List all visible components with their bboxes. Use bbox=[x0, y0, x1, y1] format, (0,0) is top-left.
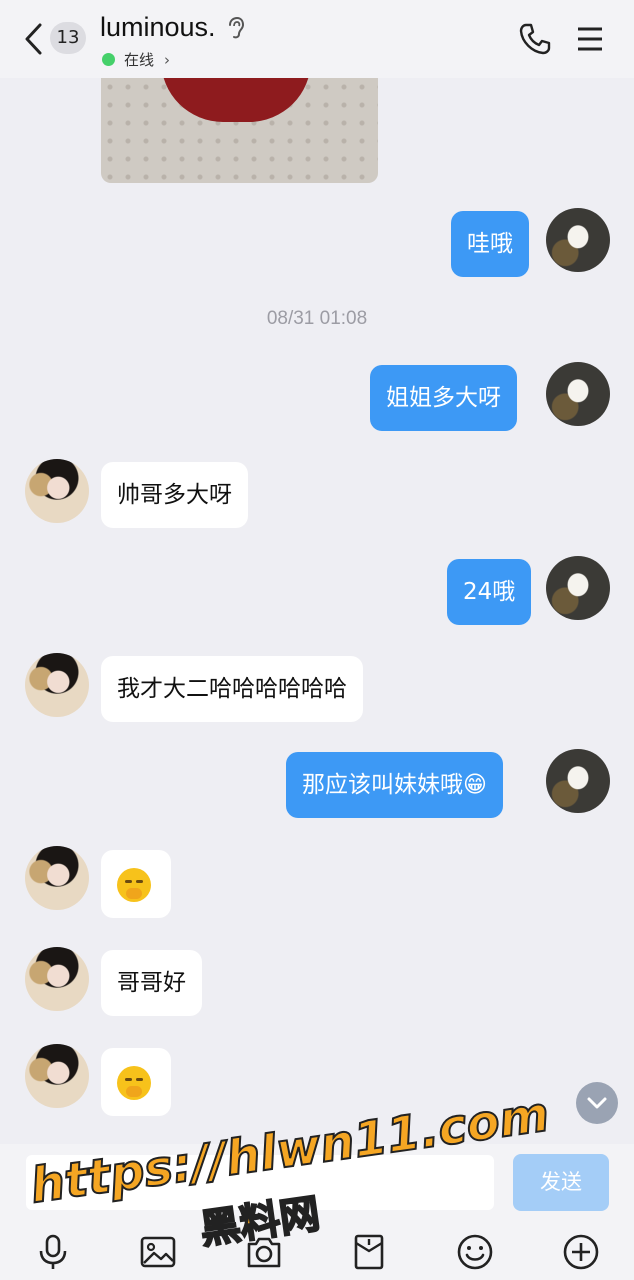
scroll-to-bottom-button[interactable] bbox=[576, 1082, 618, 1124]
chat-header: 13 luminous. 在线 › bbox=[0, 0, 634, 78]
plus-icon[interactable] bbox=[562, 1233, 600, 1271]
my-avatar[interactable] bbox=[546, 208, 610, 272]
contact-name[interactable]: luminous. bbox=[100, 12, 216, 43]
my-avatar[interactable] bbox=[546, 556, 610, 620]
image-message[interactable] bbox=[101, 60, 378, 183]
message-input[interactable] bbox=[26, 1155, 494, 1210]
send-button[interactable]: 发送 bbox=[513, 1154, 609, 1211]
my-avatar[interactable] bbox=[546, 362, 610, 426]
chevron-down-icon bbox=[587, 1097, 607, 1109]
contact-avatar[interactable] bbox=[25, 459, 89, 523]
back-arrow-icon[interactable] bbox=[22, 22, 46, 56]
contact-avatar[interactable] bbox=[25, 846, 89, 910]
contact-sticker-bubble[interactable] bbox=[101, 850, 171, 918]
online-status[interactable]: 在线 › bbox=[102, 49, 170, 70]
contact-message-bubble[interactable]: 我才大二哈哈哈哈哈哈 bbox=[101, 656, 363, 722]
chevron-right-icon: › bbox=[164, 50, 171, 69]
face-with-hand-over-mouth-icon bbox=[117, 1066, 151, 1100]
contact-avatar[interactable] bbox=[25, 1044, 89, 1108]
red-packet-icon[interactable] bbox=[350, 1233, 388, 1271]
unread-count-badge[interactable]: 13 bbox=[50, 22, 86, 54]
my-avatar[interactable] bbox=[546, 749, 610, 813]
phone-call-icon[interactable] bbox=[518, 22, 552, 56]
face-with-hand-over-mouth-icon bbox=[117, 868, 151, 902]
status-text: 在线 bbox=[124, 51, 155, 69]
contact-avatar[interactable] bbox=[25, 653, 89, 717]
my-message-bubble[interactable]: 24哦 bbox=[447, 559, 532, 625]
menu-icon[interactable] bbox=[576, 26, 604, 52]
contact-message-bubble[interactable]: 哥哥好 bbox=[101, 950, 202, 1016]
ear-icon bbox=[229, 16, 245, 39]
contact-avatar[interactable] bbox=[25, 947, 89, 1011]
my-message-bubble[interactable]: 姐姐多大呀 bbox=[370, 365, 517, 431]
my-message-bubble[interactable]: 哇哦 bbox=[451, 211, 529, 277]
my-message-bubble[interactable]: 那应该叫妹妹哦😁 bbox=[286, 752, 503, 818]
microphone-icon[interactable] bbox=[34, 1233, 72, 1271]
online-dot-icon bbox=[102, 53, 115, 66]
image-icon[interactable] bbox=[139, 1233, 177, 1271]
timestamp: 08/31 01:08 bbox=[266, 308, 368, 329]
contact-sticker-bubble[interactable] bbox=[101, 1048, 171, 1116]
camera-icon[interactable] bbox=[245, 1233, 283, 1271]
contact-message-bubble[interactable]: 帅哥多大呀 bbox=[101, 462, 248, 528]
emoji-icon[interactable] bbox=[456, 1233, 494, 1271]
composer-bar: 发送 bbox=[0, 1144, 634, 1280]
